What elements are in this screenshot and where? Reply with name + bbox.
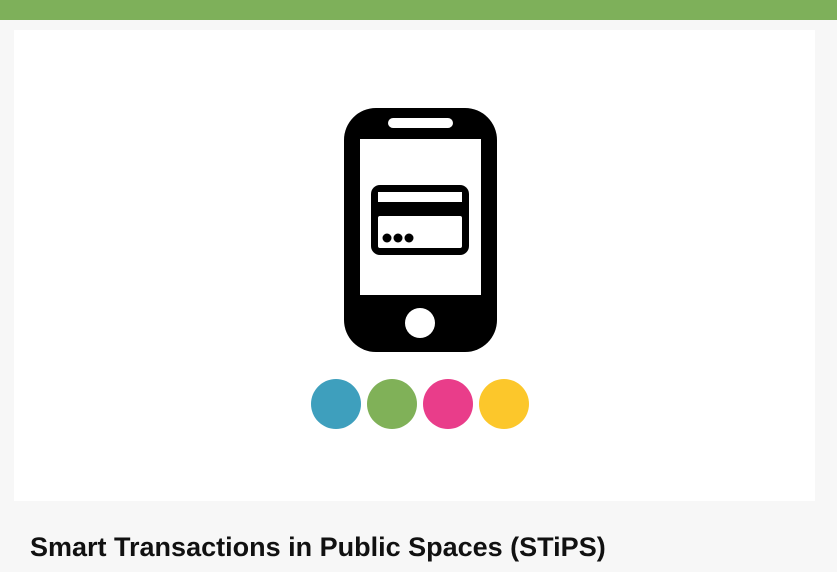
credit-card-icon (371, 185, 469, 255)
page-title[interactable]: Smart Transactions in Public Spaces (STi… (30, 527, 606, 567)
mobile-payment-illustration (311, 108, 529, 429)
top-accent-bar (0, 0, 837, 20)
project-image[interactable] (14, 30, 815, 501)
yellow-dot (479, 379, 529, 429)
pink-dot (423, 379, 473, 429)
blue-dot (311, 379, 361, 429)
green-dot (367, 379, 417, 429)
home-button-icon (405, 308, 435, 338)
